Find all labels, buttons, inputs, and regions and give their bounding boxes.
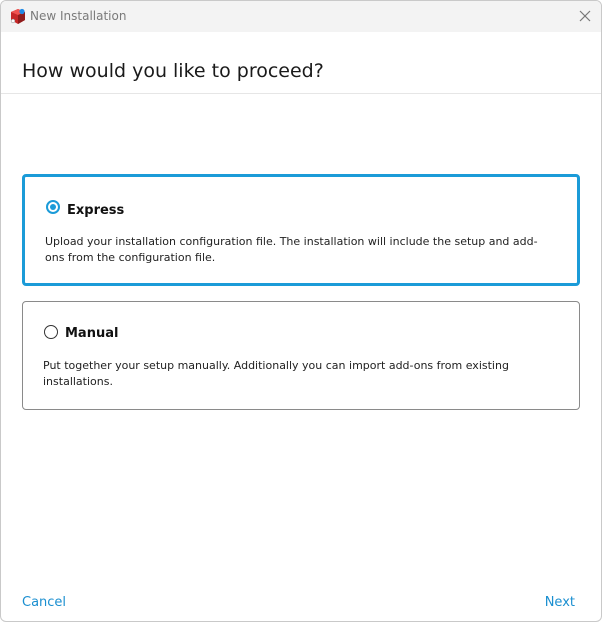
express-radio[interactable] (46, 200, 60, 214)
close-button[interactable] (575, 6, 595, 26)
cancel-button[interactable]: Cancel (22, 595, 66, 610)
manual-radio[interactable] (44, 325, 58, 339)
title-bar: New Installation (1, 1, 601, 32)
radio-selected-dot (50, 204, 56, 210)
installation-dialog: New Installation How would you like to p… (0, 0, 602, 622)
app-cube-icon (9, 8, 27, 25)
manual-option-description: Put together your setup manually. Additi… (43, 359, 509, 388)
manual-option-card[interactable]: Manual Put together your setup manually.… (22, 301, 580, 410)
manual-option-title: Manual (65, 326, 119, 341)
express-option-card[interactable]: Express Upload your installation configu… (22, 174, 580, 286)
page-title: How would you like to proceed? (22, 60, 324, 82)
window-title: New Installation (30, 9, 127, 23)
express-option-description: Upload your installation configuration f… (45, 235, 538, 264)
express-option-title: Express (67, 203, 125, 218)
next-button[interactable]: Next (545, 595, 575, 610)
dialog-header: How would you like to proceed? (1, 32, 601, 94)
close-icon (579, 10, 591, 22)
